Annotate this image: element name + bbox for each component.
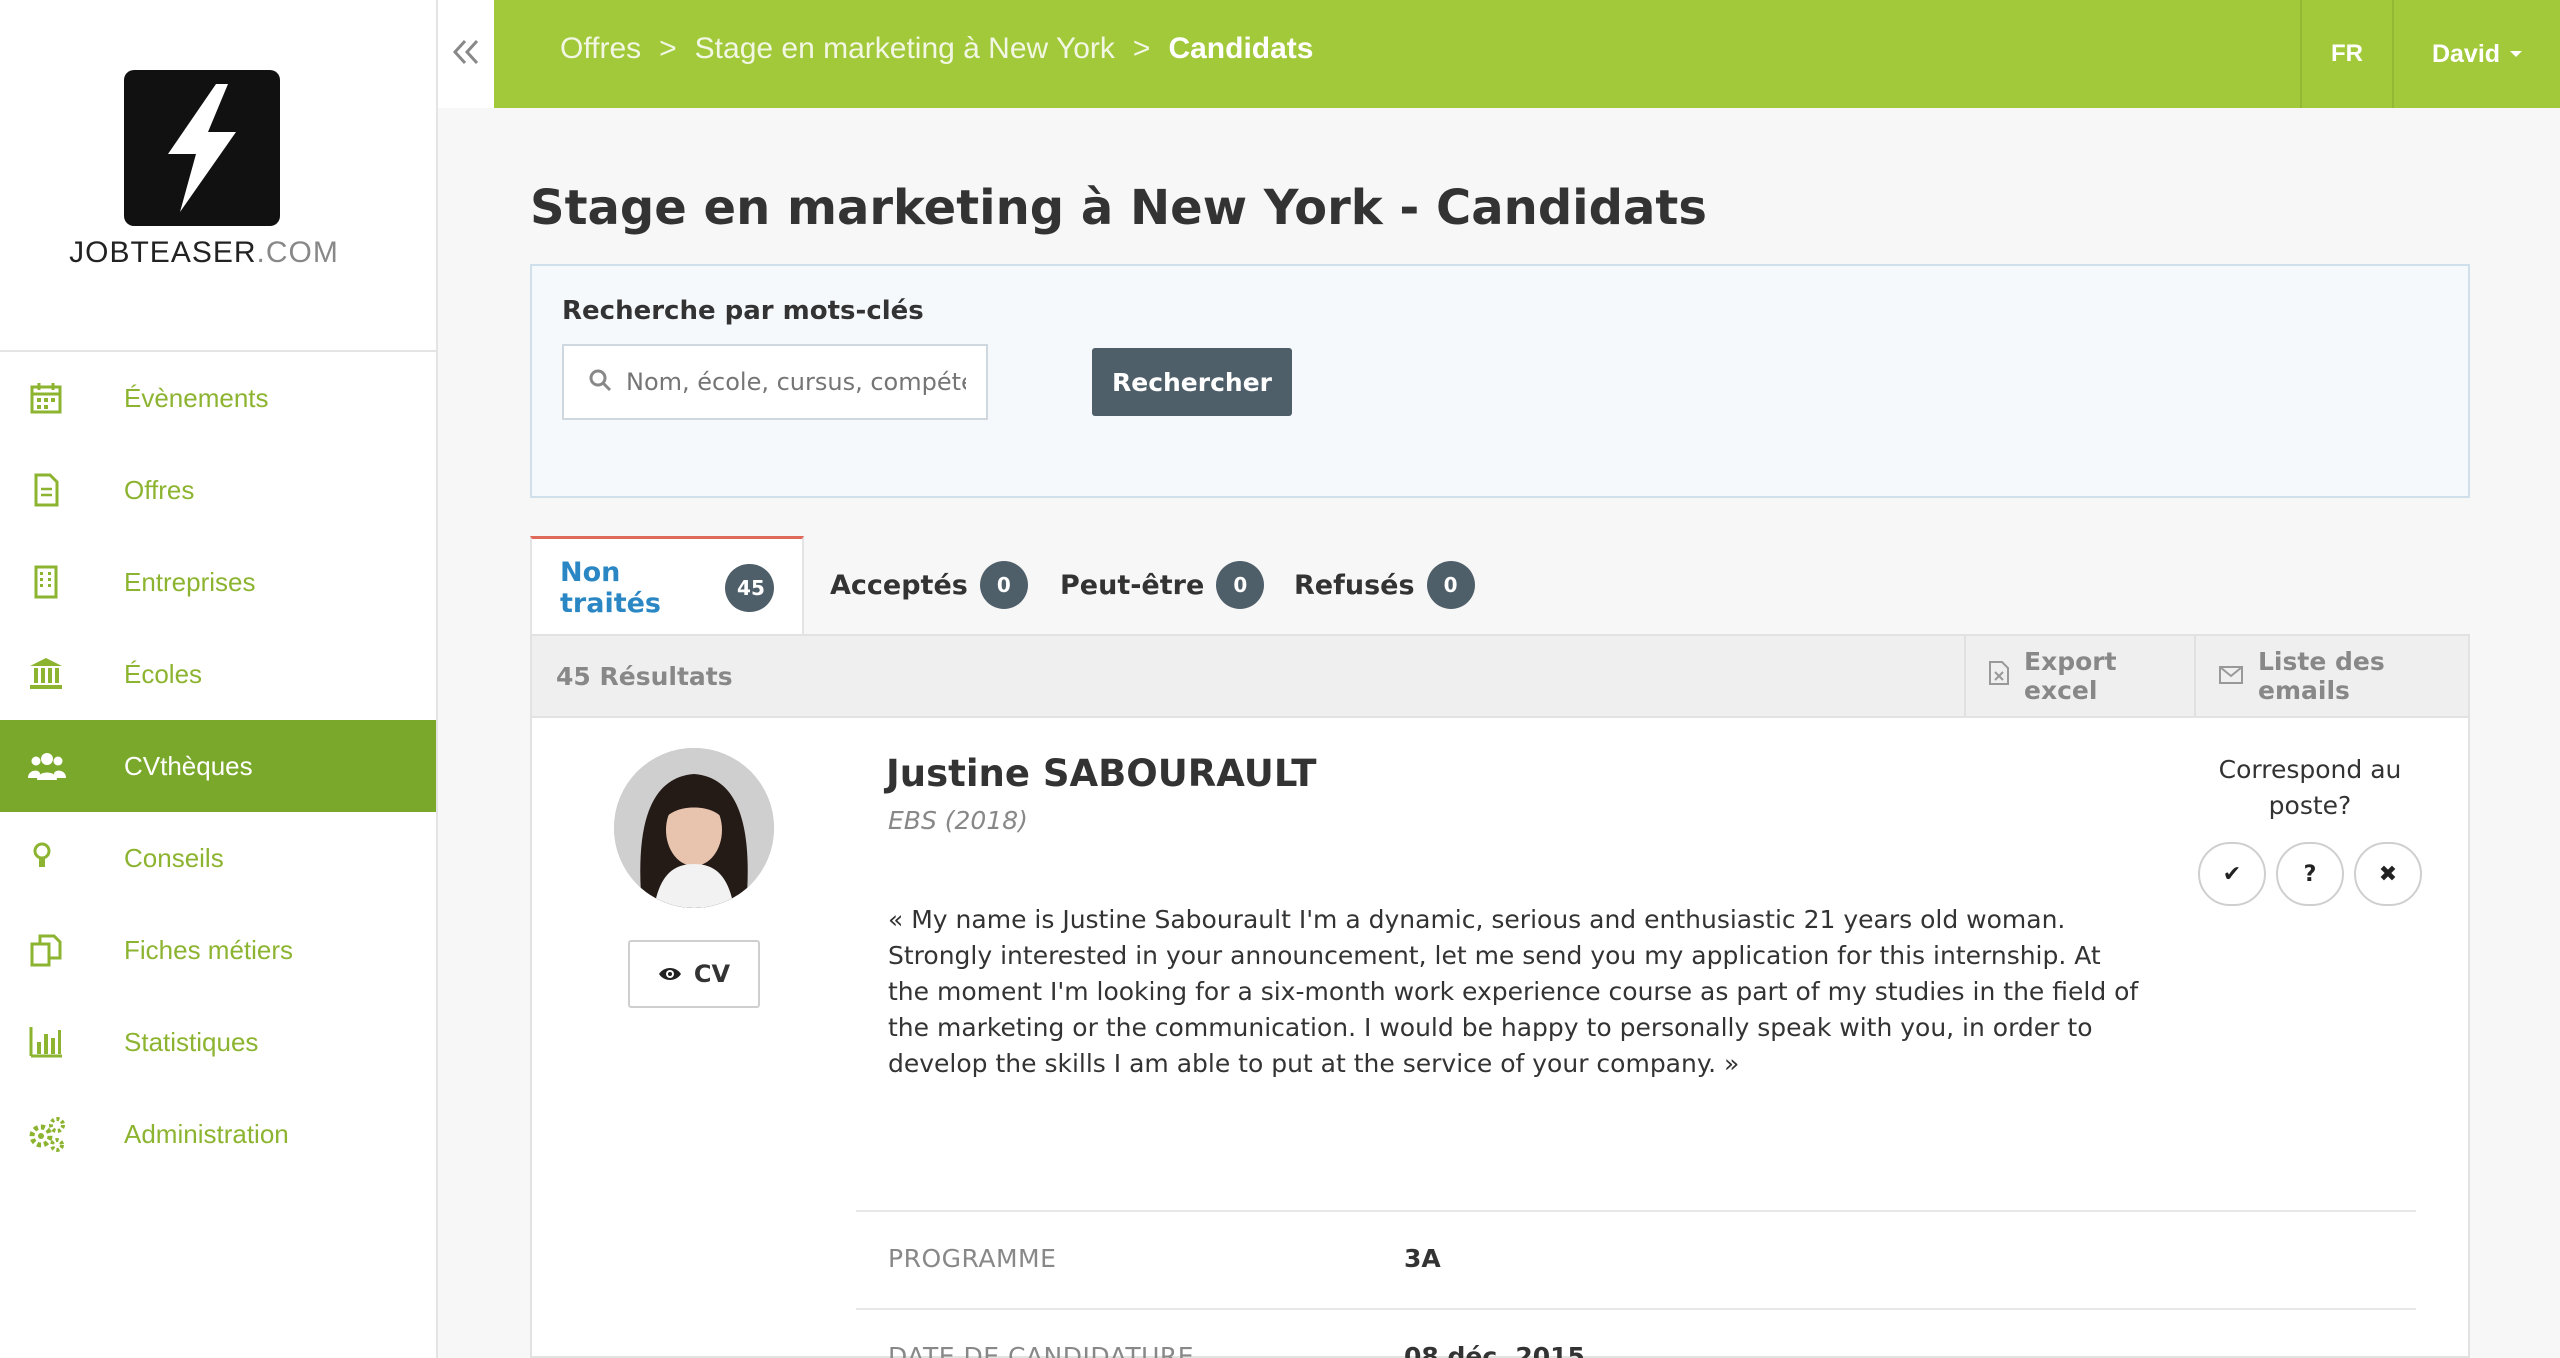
match-question: Correspond au poste? (2218, 755, 2402, 820)
search-icon (588, 368, 612, 396)
breadcrumb-offres[interactable]: Offres (560, 32, 641, 66)
view-cv-button[interactable]: CV (628, 940, 760, 1008)
reject-button[interactable]: ✖ (2354, 842, 2422, 906)
tab-peut-etre[interactable]: Peut-être 0 (1060, 536, 1265, 634)
detail-key: DATE DE CANDIDATURE (888, 1342, 1195, 1358)
candidate-school: EBS (2018) (888, 806, 1028, 835)
accept-button[interactable]: ✔ (2198, 842, 2266, 906)
export-excel-button[interactable]: Export excel (1964, 636, 2196, 716)
tab-label: Peut-être (1060, 569, 1205, 601)
sidebar-item-label: Administration (124, 1118, 289, 1149)
search-label: Recherche par mots-clés (562, 296, 924, 326)
breadcrumb-offer[interactable]: Stage en marketing à New York (695, 32, 1115, 66)
sidebar-item-administration[interactable]: Administration (0, 1088, 436, 1180)
cv-label: CV (693, 960, 731, 988)
user-name: David (2431, 39, 2501, 68)
breadcrumb-current: Candidats (1168, 32, 1314, 65)
sidebar-item-label: Conseils (124, 842, 224, 873)
breadcrumb-separator: > (1132, 32, 1151, 65)
files-icon (28, 932, 66, 968)
tab-refuses[interactable]: Refusés 0 (1294, 536, 1475, 634)
eye-icon (658, 960, 682, 988)
tab-non-traites[interactable]: Non traités 45 (530, 536, 804, 636)
sidebar-item-fiches-metiers[interactable]: Fiches métiers (0, 904, 436, 996)
building-icon (28, 564, 66, 600)
detail-row-date: DATE DE CANDIDATURE 08 déc. 2015 (856, 1308, 2416, 1358)
candidate-tabs: Non traités 45 Acceptés 0 Peut-être 0 Re… (530, 536, 2470, 636)
calendar-icon (28, 380, 66, 416)
sidebar-item-entreprises[interactable]: Entreprises (0, 536, 436, 628)
maybe-button[interactable]: ? (2276, 842, 2344, 906)
count-badge: 45 (725, 563, 774, 612)
sidebar-item-label: Écoles (124, 658, 203, 689)
language-switcher[interactable]: FR (2300, 0, 2392, 108)
results-count: 45 Résultats (556, 662, 733, 691)
email-list-label: Liste des emails (2258, 647, 2385, 705)
breadcrumb: Offres > Stage en marketing à New York >… (560, 32, 1313, 66)
sidebar-item-label: Entreprises (124, 566, 256, 597)
sidebar: JOBTEASER.COM Évènements Offres Entrepri… (0, 0, 438, 1358)
sidebar-item-label: Évènements (124, 382, 269, 413)
count-badge: 0 (1216, 561, 1265, 609)
tab-label: Acceptés (830, 569, 968, 601)
gears-icon (28, 1116, 66, 1152)
candidate-cover-letter: « My name is Justine Sabourault I'm a dy… (888, 905, 2139, 1078)
sidebar-item-conseils[interactable]: Conseils (0, 812, 436, 904)
sidebar-item-label: Fiches métiers (124, 934, 294, 965)
sidebar-item-label: CVthèques (124, 750, 253, 781)
document-icon (28, 472, 66, 508)
sidebar-item-cvtheques[interactable]: CVthèques (0, 720, 436, 812)
users-icon (28, 748, 66, 784)
tab-label: Non traités (560, 556, 661, 619)
logo-area: JOBTEASER.COM (0, 0, 436, 352)
sidebar-item-evenements[interactable]: Évènements (0, 352, 436, 444)
search-button[interactable]: Rechercher (1092, 348, 1292, 416)
page-title: Stage en marketing à New York - Candidat… (530, 180, 1707, 236)
detail-key: PROGRAMME (888, 1244, 1057, 1273)
sidebar-item-label: Offres (124, 474, 195, 505)
detail-row-programme: PROGRAMME 3A (856, 1210, 2416, 1306)
lightbulb-icon (28, 840, 66, 876)
double-chevron-left-icon (451, 37, 481, 71)
results-toolbar: 45 Résultats Export excel Liste des emai… (530, 634, 2470, 718)
match-buttons: ✔ ? ✖ (2198, 842, 2422, 906)
count-badge: 0 (979, 561, 1028, 609)
tab-acceptes[interactable]: Acceptés 0 (830, 536, 1028, 634)
candidate-card: CV Justine SABOURAULT EBS (2018) « My na… (530, 718, 2470, 1358)
search-panel: Recherche par mots-clés Rechercher (530, 264, 2470, 498)
sidebar-item-statistiques[interactable]: Statistiques (0, 996, 436, 1088)
logo-wordmark: JOBTEASER.COM (69, 236, 339, 269)
institution-icon (28, 656, 66, 692)
user-menu[interactable]: David (2392, 0, 2560, 108)
email-list-button[interactable]: Liste des emails (2194, 636, 2470, 716)
topbar: Offres > Stage en marketing à New York >… (494, 0, 2560, 108)
sidebar-item-ecoles[interactable]: Écoles (0, 628, 436, 720)
envelope-icon (2218, 662, 2244, 691)
detail-value: 3A (1404, 1244, 1441, 1273)
caret-down-icon (2510, 51, 2523, 57)
candidate-avatar (614, 748, 774, 908)
sidebar-item-label: Statistiques (124, 1026, 259, 1057)
search-field[interactable] (562, 344, 988, 420)
count-badge: 0 (1426, 561, 1475, 609)
collapse-sidebar-button[interactable] (438, 0, 494, 108)
export-label: Export excel (2024, 647, 2117, 705)
candidate-name: Justine SABOURAULT (886, 752, 1317, 795)
search-input[interactable] (626, 368, 966, 396)
sidebar-item-offres[interactable]: Offres (0, 444, 436, 536)
jobteaser-logo[interactable] (124, 70, 280, 226)
breadcrumb-separator: > (659, 32, 677, 65)
sidebar-nav: Évènements Offres Entreprises Écoles CVt… (0, 352, 436, 1180)
excel-file-icon (1988, 660, 2010, 692)
tab-label: Refusés (1294, 569, 1415, 601)
detail-value: 08 déc. 2015 (1404, 1342, 1585, 1358)
bar-chart-icon (28, 1024, 66, 1060)
